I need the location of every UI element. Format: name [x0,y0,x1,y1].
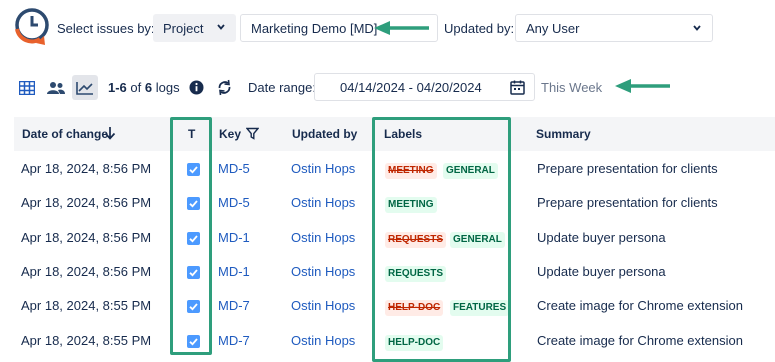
summary-cell: Update buyer persona [537,264,666,279]
date-cell: Apr 18, 2024, 8:55 PM [21,333,152,348]
count-range: 1-6 [108,80,127,95]
count-suffix: logs [155,80,180,95]
users-view-button[interactable] [43,75,69,100]
history-logo-icon [15,8,49,45]
users-icon [47,81,65,94]
column-summary: Summary [536,127,591,141]
project-value: Marketing Demo [MD] [251,20,378,36]
highlight-arrow [615,79,670,93]
date-range-value: 04/14/2024 - 04/20/2024 [340,79,482,95]
column-updated-by: Updated by [292,127,358,141]
user-link[interactable]: Ostin Hops [291,161,355,176]
updated-by-label: Updated by: [444,21,515,36]
user-select[interactable]: Any User [515,14,713,42]
summary-cell: Update buyer persona [537,230,666,245]
type-column-highlight [170,117,212,355]
date-range-label: Date range: [248,80,316,95]
refresh-icon[interactable] [216,79,233,96]
filter-icon[interactable] [246,127,259,140]
issue-type-value: Project [163,20,204,36]
date-cell: Apr 18, 2024, 8:55 PM [21,298,152,313]
user-link[interactable]: Ostin Hops [291,333,355,348]
issue-key-link[interactable]: MD-5 [218,195,250,210]
user-link[interactable]: Ostin Hops [291,195,355,210]
sort-down-icon[interactable] [104,126,116,140]
summary-cell: Create image for Chrome extension [537,333,743,348]
column-key[interactable]: Key [219,127,241,141]
user-link[interactable]: Ostin Hops [291,298,355,313]
count-total: 6 [144,80,153,95]
user-link[interactable]: Ostin Hops [291,264,355,279]
issue-key-link[interactable]: MD-1 [218,264,250,279]
issue-type-select[interactable]: Project [153,14,236,42]
user-value: Any User [526,20,580,36]
date-cell: Apr 18, 2024, 8:56 PM [21,195,152,210]
date-cell: Apr 18, 2024, 8:56 PM [21,230,152,245]
grid-view-button[interactable] [14,75,40,100]
issue-key-link[interactable]: MD-1 [218,230,250,245]
issue-key-link[interactable]: MD-7 [218,333,250,348]
info-icon[interactable] [189,80,204,95]
issue-key-link[interactable]: MD-7 [218,298,250,313]
summary-cell: Create image for Chrome extension [537,298,743,313]
highlight-arrow [374,21,429,35]
column-date[interactable]: Date of change [22,127,108,141]
select-by-label: Select issues by: [57,21,155,36]
issue-key-link[interactable]: MD-5 [218,161,250,176]
date-cell: Apr 18, 2024, 8:56 PM [21,264,152,279]
summary-cell: Prepare presentation for clients [537,161,718,176]
summary-cell: Prepare presentation for clients [537,195,718,210]
preset-this-week[interactable]: This Week [541,80,602,95]
chart-view-button[interactable] [72,75,98,100]
user-link[interactable]: Ostin Hops [291,230,355,245]
count-of: of [130,80,142,95]
log-count: 1-6 of 6 logs [108,80,180,95]
chevron-down-icon [693,25,701,31]
labels-column-highlight [372,117,511,362]
date-cell: Apr 18, 2024, 8:56 PM [21,161,152,176]
chart-icon [76,81,93,95]
calendar-icon[interactable] [510,80,525,95]
date-range-input[interactable]: 04/14/2024 - 04/20/2024 [314,73,535,101]
chevron-down-icon [217,24,225,30]
grid-view-icon [19,80,35,95]
